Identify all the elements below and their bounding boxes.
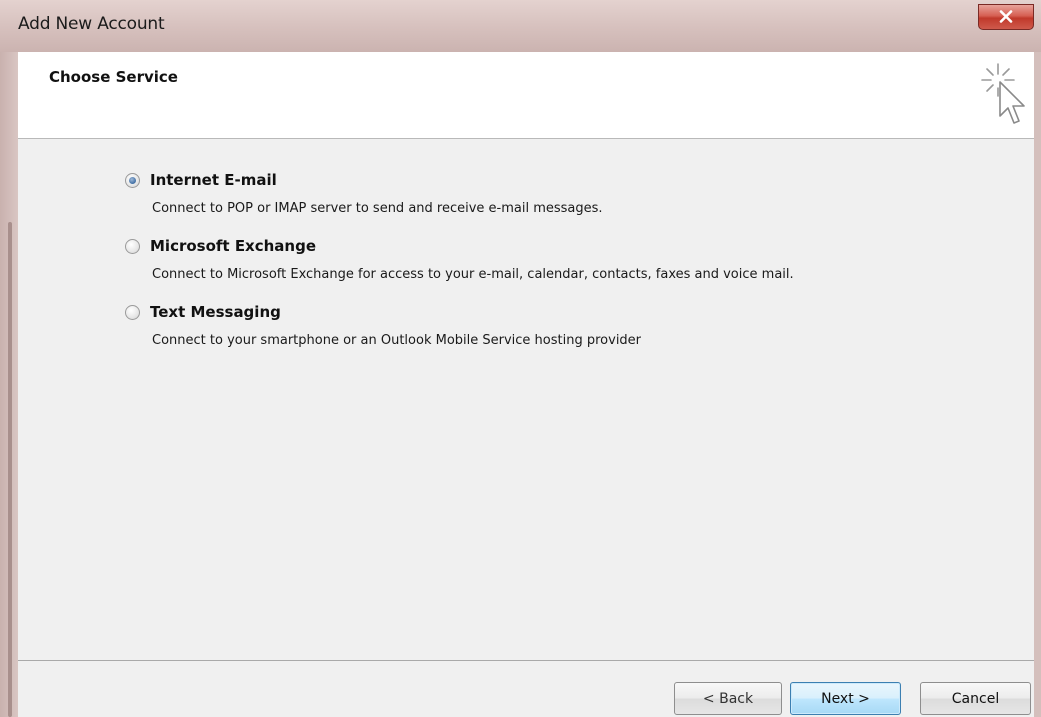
radio-internet-email[interactable] <box>125 173 140 188</box>
option-description: Connect to Microsoft Exchange for access… <box>152 267 794 282</box>
option-label[interactable]: Internet E-mail <box>150 171 277 189</box>
service-options-panel: Internet E-mail Connect to POP or IMAP s… <box>18 139 1034 660</box>
option-description: Connect to POP or IMAP server to send an… <box>152 201 603 216</box>
option-label[interactable]: Text Messaging <box>150 303 281 321</box>
next-button[interactable]: Next > <box>790 682 901 715</box>
option-label[interactable]: Microsoft Exchange <box>150 237 316 255</box>
page-title: Choose Service <box>49 68 178 86</box>
option-internet-email[interactable]: Internet E-mail Connect to POP or IMAP s… <box>18 171 978 221</box>
window-frame-right <box>1034 52 1041 717</box>
title-bar: Add New Account <box>0 0 1041 52</box>
wizard-header: Choose Service <box>18 52 1034 139</box>
back-button[interactable]: < Back <box>674 682 782 715</box>
radio-text-messaging[interactable] <box>125 305 140 320</box>
close-icon <box>999 10 1013 23</box>
option-text-messaging[interactable]: Text Messaging Connect to your smartphon… <box>18 303 978 353</box>
close-button[interactable] <box>978 4 1034 30</box>
window-frame-left <box>0 52 18 717</box>
cancel-button[interactable]: Cancel <box>920 682 1031 715</box>
wizard-footer: < Back Next > Cancel <box>18 661 1034 717</box>
radio-microsoft-exchange[interactable] <box>125 239 140 254</box>
window-title: Add New Account <box>18 14 165 34</box>
option-description: Connect to your smartphone or an Outlook… <box>152 333 642 348</box>
frame-edge <box>8 222 12 717</box>
add-account-dialog: Add New Account Choose Service Internet … <box>0 0 1041 717</box>
cursor-sparkle-icon <box>981 63 1025 124</box>
option-microsoft-exchange[interactable]: Microsoft Exchange Connect to Microsoft … <box>18 237 978 287</box>
